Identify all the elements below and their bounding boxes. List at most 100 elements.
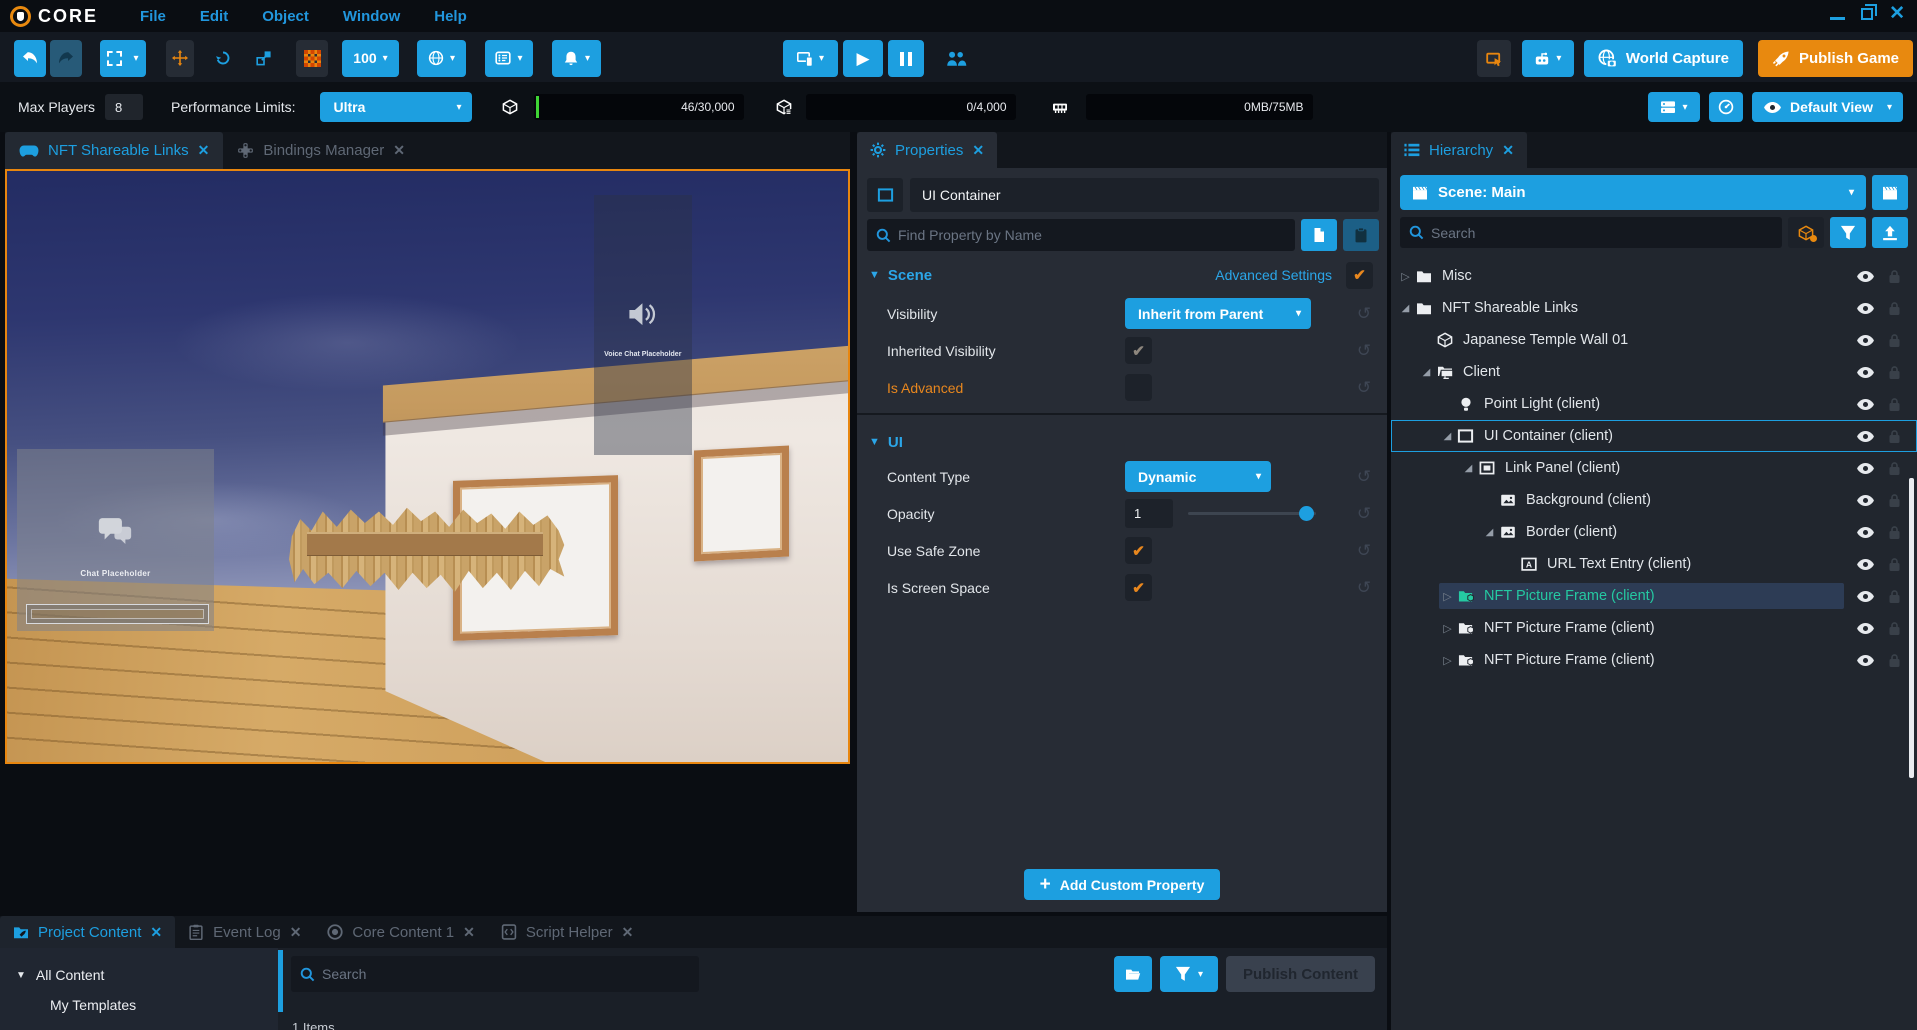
hierarchy-search-input[interactable] [1431, 225, 1782, 241]
scale-tool-button[interactable] [252, 40, 276, 77]
visibility-eye-icon[interactable] [1856, 558, 1875, 571]
hierarchy-row[interactable]: ◢NFT Shareable Links [1391, 292, 1917, 324]
close-tab-icon[interactable]: ✕ [198, 142, 210, 159]
visibility-eye-icon[interactable] [1856, 430, 1875, 443]
alerts-dropdown[interactable]: ▾ [552, 40, 601, 77]
tab-properties[interactable]: Properties ✕ [857, 132, 997, 168]
world-settings-dropdown[interactable]: ▾ [417, 40, 466, 77]
visibility-eye-icon[interactable] [1856, 526, 1875, 539]
content-filter-dropdown[interactable]: ▾ [1160, 956, 1218, 992]
lock-icon[interactable] [1888, 493, 1901, 508]
advanced-settings-checkbox[interactable]: ✔ [1346, 262, 1373, 289]
lock-icon[interactable] [1888, 461, 1901, 476]
multiplayer-preview-button[interactable] [939, 40, 973, 77]
scrollbar[interactable] [1909, 478, 1914, 778]
restore-icon[interactable] [1861, 8, 1873, 20]
close-tab-icon[interactable]: ✕ [290, 924, 302, 941]
capture-bot-dropdown[interactable]: ▾ [1522, 40, 1574, 77]
lock-icon[interactable] [1888, 557, 1901, 572]
copy-properties-button[interactable] [1301, 219, 1337, 251]
menu-help[interactable]: Help [434, 8, 467, 25]
tab-script-helper[interactable]: Script Helper ✕ [488, 916, 646, 948]
tab-core-content[interactable]: Core Content 1 ✕ [314, 916, 487, 948]
grid-snap-button[interactable] [296, 40, 328, 77]
ui-section-header[interactable]: ▼ UI [857, 426, 1387, 458]
scene-section-header[interactable]: ▼ Scene Advanced Settings ✔ [857, 255, 1387, 295]
tab-bindings-manager[interactable]: Bindings Manager ✕ [223, 132, 419, 169]
redo-button[interactable] [50, 40, 82, 77]
lock-icon[interactable] [1888, 525, 1901, 540]
visibility-eye-icon[interactable] [1856, 590, 1875, 603]
expand-arrow-icon[interactable]: ◢ [1481, 527, 1498, 538]
expand-arrow-icon[interactable]: ▷ [1397, 270, 1414, 283]
hierarchy-row[interactable]: AURL Text Entry (client) [1391, 548, 1917, 580]
lock-icon[interactable] [1888, 397, 1901, 412]
reset-icon[interactable]: ↻ [1353, 467, 1375, 487]
content-type-dropdown[interactable]: Dynamic ▾ [1125, 461, 1271, 492]
visibility-eye-icon[interactable] [1856, 270, 1875, 283]
visibility-eye-icon[interactable] [1856, 462, 1875, 475]
close-tab-icon[interactable]: ✕ [972, 142, 984, 159]
use-safe-zone-checkbox[interactable]: ✔ [1125, 537, 1152, 564]
pause-button[interactable] [888, 40, 924, 77]
object-name-input[interactable] [910, 178, 1379, 212]
hierarchy-row[interactable]: ▷NFT Picture Frame (client) [1391, 580, 1917, 612]
default-view-dropdown[interactable]: Default View ▾ [1752, 92, 1903, 122]
advanced-settings-link[interactable]: Advanced Settings [1215, 267, 1332, 283]
visibility-eye-icon[interactable] [1856, 302, 1875, 315]
lock-icon[interactable] [1888, 301, 1901, 316]
sidebar-item-all-content[interactable]: ▼ All Content [0, 960, 278, 990]
scene-selector-dropdown[interactable]: Scene: Main ▾ [1400, 175, 1866, 210]
rotate-tool-button[interactable] [210, 40, 236, 77]
expand-arrow-icon[interactable]: ▷ [1439, 590, 1456, 603]
device-preview-dropdown[interactable]: ▾ [783, 40, 838, 77]
visibility-eye-icon[interactable] [1856, 398, 1875, 411]
layout-dropdown[interactable]: ▾ [1648, 92, 1700, 122]
export-button[interactable] [1872, 217, 1908, 248]
minimize-icon[interactable] [1830, 17, 1845, 20]
visibility-eye-icon[interactable] [1856, 366, 1875, 379]
open-folder-button[interactable] [1114, 956, 1152, 992]
menu-file[interactable]: File [140, 8, 166, 25]
close-tab-icon[interactable]: ✕ [1502, 142, 1514, 159]
world-capture-button[interactable]: World Capture [1584, 40, 1743, 77]
reset-icon[interactable]: ↻ [1353, 578, 1375, 598]
hierarchy-row[interactable]: ◢Border (client) [1391, 516, 1917, 548]
filter-button[interactable] [1830, 217, 1866, 248]
is-advanced-checkbox[interactable]: ✔ [1125, 374, 1152, 401]
lock-icon[interactable] [1888, 621, 1901, 636]
expand-arrow-icon[interactable]: ◢ [1397, 303, 1414, 314]
hierarchy-row[interactable]: ▷NFT Picture Frame (client) [1391, 644, 1917, 676]
selection-mode-dropdown[interactable]: ▾ [100, 40, 146, 77]
undo-button[interactable] [14, 40, 46, 77]
lock-icon[interactable] [1888, 429, 1901, 444]
content-search-input[interactable] [322, 966, 699, 982]
reset-icon[interactable]: ↻ [1353, 378, 1375, 398]
scene-manager-button[interactable] [1872, 175, 1908, 210]
close-tab-icon[interactable]: ✕ [150, 924, 162, 941]
opacity-slider[interactable] [1188, 499, 1316, 528]
sidebar-divider[interactable] [278, 950, 283, 1012]
max-players-input[interactable] [105, 94, 143, 120]
visibility-eye-icon[interactable] [1856, 334, 1875, 347]
menu-object[interactable]: Object [262, 8, 309, 25]
inherited-visibility-checkbox[interactable]: ✔ [1125, 337, 1152, 364]
lock-icon[interactable] [1888, 589, 1901, 604]
menu-window[interactable]: Window [343, 8, 400, 25]
close-tab-icon[interactable]: ✕ [463, 924, 475, 941]
reset-icon[interactable]: ↻ [1353, 504, 1375, 524]
publish-content-button[interactable]: Publish Content [1226, 956, 1375, 992]
paste-properties-button[interactable] [1343, 219, 1379, 251]
move-tool-button[interactable] [166, 40, 194, 77]
lock-icon[interactable] [1888, 333, 1901, 348]
tab-hierarchy[interactable]: Hierarchy ✕ [1391, 132, 1527, 168]
expand-arrow-icon[interactable]: ◢ [1418, 367, 1435, 378]
visibility-dropdown[interactable]: Inherit from Parent ▾ [1125, 298, 1311, 329]
slider-thumb[interactable] [1299, 506, 1314, 521]
reset-icon[interactable]: ↻ [1353, 304, 1375, 324]
hierarchy-row[interactable]: Background (client) [1391, 484, 1917, 516]
menu-edit[interactable]: Edit [200, 8, 228, 25]
visibility-eye-icon[interactable] [1856, 654, 1875, 667]
hierarchy-row[interactable]: ◢Client [1391, 356, 1917, 388]
tab-nft-shareable-links[interactable]: NFT Shareable Links ✕ [5, 132, 223, 169]
